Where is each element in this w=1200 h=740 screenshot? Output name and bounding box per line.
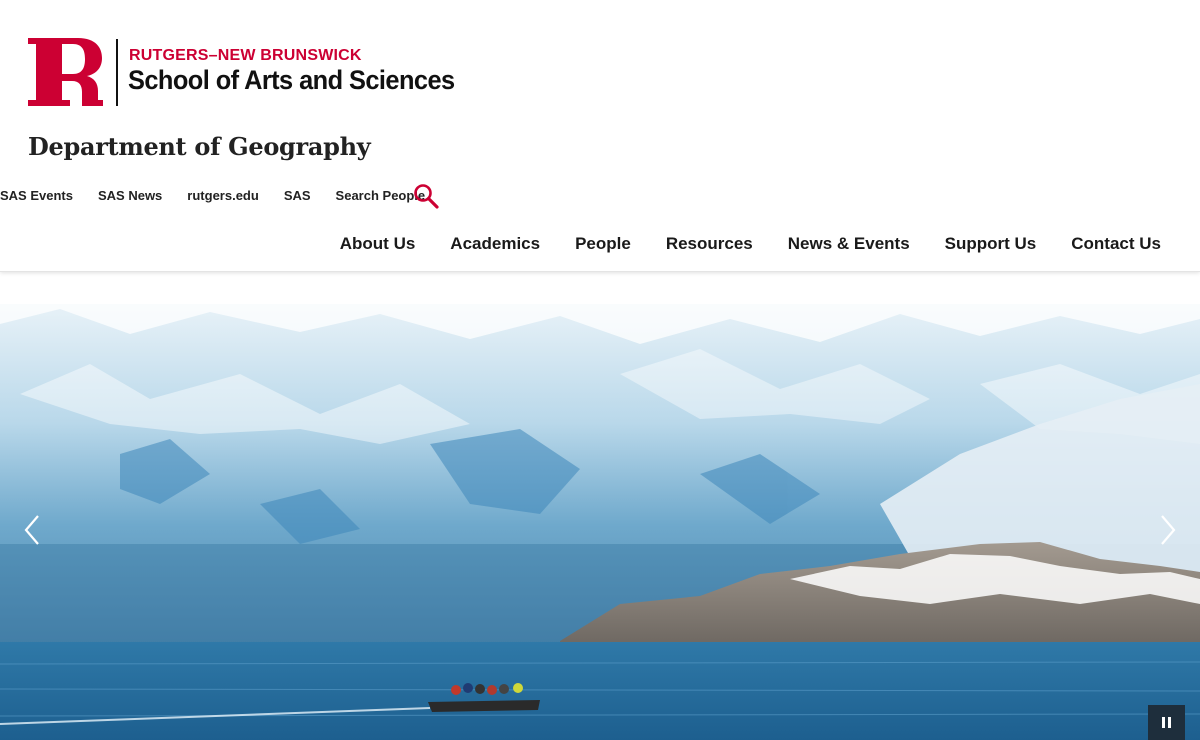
hero-slideshow <box>0 304 1200 740</box>
main-nav: About Us Academics People Resources News… <box>305 234 1161 254</box>
slideshow-next-button[interactable] <box>1158 512 1178 548</box>
pause-icon <box>1161 717 1173 728</box>
utility-nav: SAS Events SAS News rutgers.edu SAS Sear… <box>0 183 450 207</box>
util-link-rutgers-edu[interactable]: rutgers.edu <box>187 188 259 203</box>
nav-resources[interactable]: Resources <box>666 234 753 254</box>
util-link-sas-events[interactable]: SAS Events <box>0 188 73 203</box>
slideshow-pause-button[interactable] <box>1148 705 1185 740</box>
logo-school-name[interactable]: School of Arts and Sciences <box>128 65 455 96</box>
logo-university-name[interactable]: RUTGERS–NEW BRUNSWICK <box>129 47 362 65</box>
search-icon <box>414 184 439 209</box>
site-header: RUTGERS–NEW BRUNSWICK School of Arts and… <box>0 0 1200 272</box>
util-link-sas-news[interactable]: SAS News <box>98 188 162 203</box>
chevron-right-icon <box>1161 515 1176 545</box>
nav-about-us[interactable]: About Us <box>340 234 416 254</box>
util-link-sas[interactable]: SAS <box>284 188 311 203</box>
department-title[interactable]: Department of Geography <box>28 132 371 161</box>
search-button[interactable] <box>412 182 440 210</box>
rutgers-r-logo[interactable] <box>26 36 106 108</box>
nav-contact-us[interactable]: Contact Us <box>1071 234 1161 254</box>
nav-academics[interactable]: Academics <box>450 234 540 254</box>
chevron-left-icon <box>24 515 39 545</box>
nav-people[interactable]: People <box>575 234 631 254</box>
logo-divider <box>116 39 118 106</box>
nav-news-events[interactable]: News & Events <box>788 234 910 254</box>
hero-image-glacier <box>0 304 1200 740</box>
nav-support-us[interactable]: Support Us <box>945 234 1037 254</box>
slideshow-prev-button[interactable] <box>22 512 42 548</box>
